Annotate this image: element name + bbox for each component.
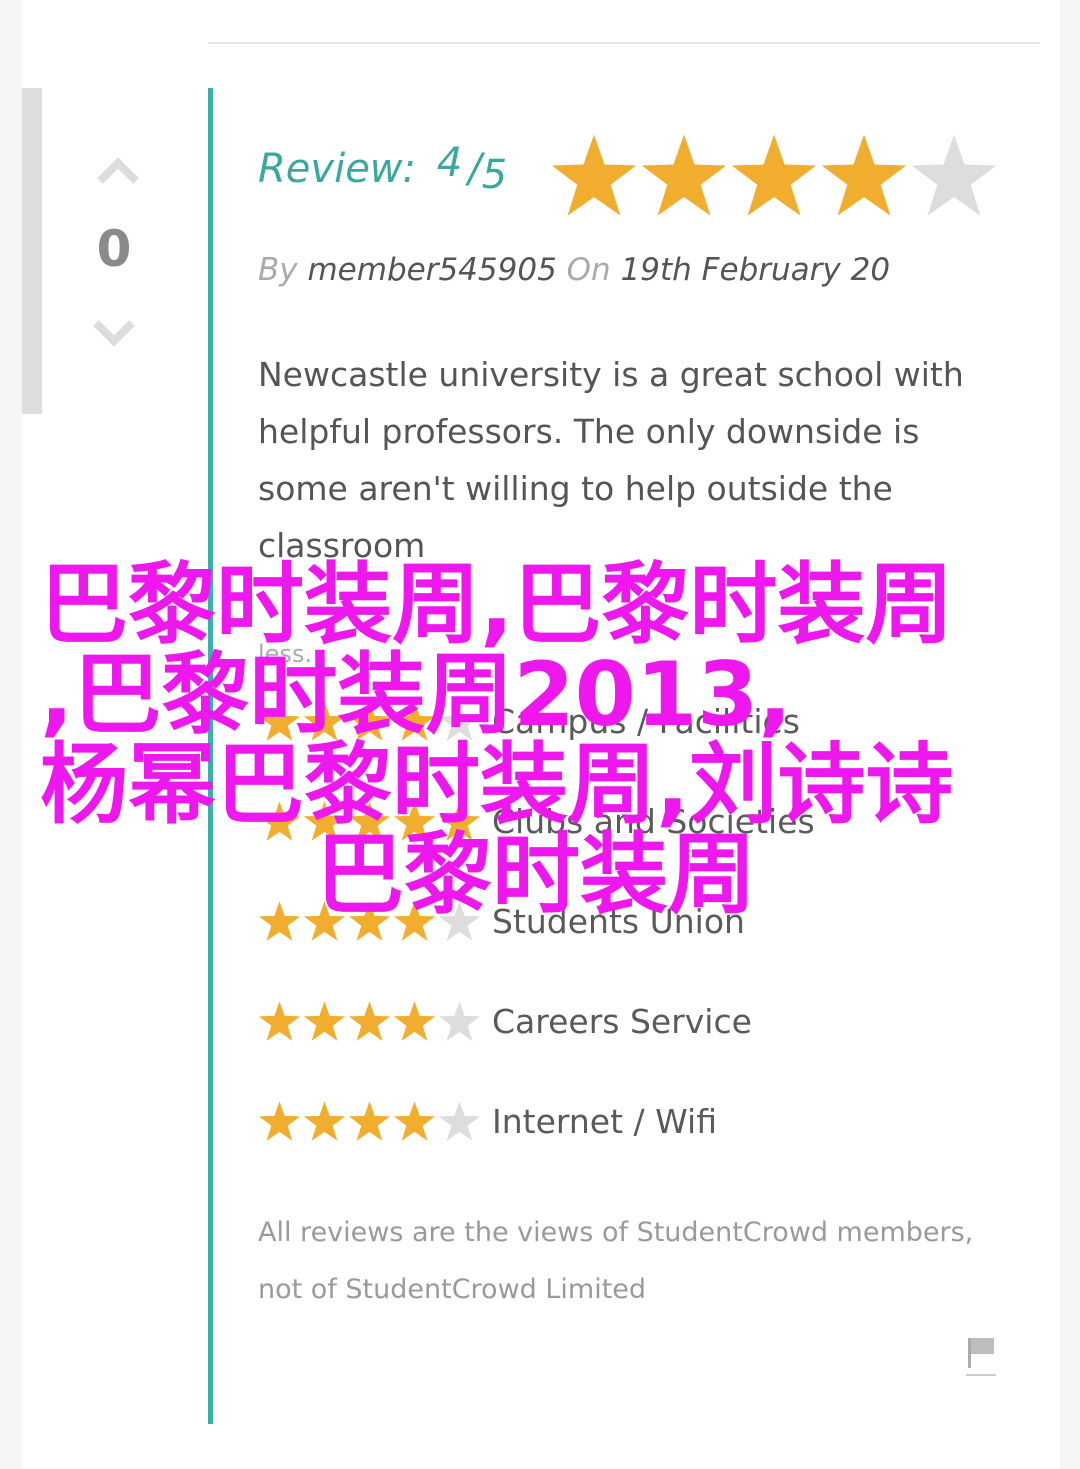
vote-count: 0 (96, 220, 132, 278)
chevron-up-icon (97, 157, 139, 184)
star-filled-icon (551, 134, 637, 216)
star-filled-icon (348, 801, 391, 841)
chevron-down-icon (93, 320, 135, 347)
star-filled-icon (641, 134, 727, 216)
star-filled-icon (348, 1101, 391, 1141)
star-filled-icon (258, 701, 301, 741)
category-stars (258, 900, 484, 943)
downvote-button[interactable] (92, 314, 136, 354)
category-rating-row: Clubs and Societies (258, 800, 815, 843)
star-filled-icon (258, 1101, 301, 1141)
star-filled-icon (393, 701, 436, 741)
star-filled-icon (303, 701, 346, 741)
score-separator: / (468, 146, 482, 192)
less-link[interactable]: less. (258, 640, 312, 668)
category-stars (258, 800, 484, 843)
review-score: 4 (436, 140, 463, 186)
by-label: By (258, 252, 298, 288)
top-divider (208, 42, 1040, 44)
star-filled-icon (303, 1101, 346, 1141)
category-label: Careers Service (492, 1002, 752, 1041)
star-filled-icon (821, 134, 907, 216)
review-date: 19th February 20 (620, 252, 891, 288)
report-button[interactable] (966, 1334, 996, 1378)
star-empty-icon (438, 901, 481, 941)
star-filled-icon (393, 1001, 436, 1041)
star-filled-icon (258, 1001, 301, 1041)
category-stars (258, 1000, 484, 1043)
flag-icon (966, 1338, 996, 1376)
star-filled-icon (258, 901, 301, 941)
star-filled-icon (348, 1001, 391, 1041)
star-filled-icon (303, 1001, 346, 1041)
upvote-button[interactable] (96, 150, 140, 190)
category-label: Students Union (492, 902, 745, 941)
overall-star-rating (550, 132, 998, 220)
star-filled-icon (731, 134, 817, 216)
category-label: Clubs and Societies (492, 802, 815, 841)
review-byline: By member545905 On 19th February 20 (258, 252, 890, 288)
star-empty-icon (438, 1001, 481, 1041)
category-rating-row: Students Union (258, 900, 745, 943)
category-rating-row: Campus / Facilities (258, 700, 800, 743)
on-label: On (566, 252, 611, 288)
category-stars (258, 700, 484, 743)
star-empty-icon (438, 701, 481, 741)
star-filled-icon (258, 801, 301, 841)
star-empty-icon (438, 1101, 481, 1141)
review-out-of: 5 (481, 152, 508, 198)
category-label: Internet / Wifi (492, 1102, 717, 1141)
star-filled-icon (393, 901, 436, 941)
star-filled-icon (303, 801, 346, 841)
vote-sidebar (22, 88, 42, 414)
star-empty-icon (911, 134, 997, 216)
star-filled-icon (393, 1101, 436, 1141)
category-label: Campus / Facilities (492, 702, 800, 741)
review-author[interactable]: member545905 (307, 252, 556, 288)
review-body: Newcastle university is a great school w… (258, 355, 964, 565)
category-rating-row: Careers Service (258, 1000, 752, 1043)
category-rating-row: Internet / Wifi (258, 1100, 717, 1143)
star-filled-icon (348, 901, 391, 941)
review-accent-line (208, 88, 213, 1424)
star-filled-icon (348, 701, 391, 741)
star-filled-icon (393, 801, 436, 841)
review-score-heading: Review: 4/5 (258, 140, 507, 198)
star-filled-icon (438, 801, 481, 841)
review-label: Review: (258, 146, 416, 192)
review-disclaimer: All reviews are the views of StudentCrow… (258, 1217, 974, 1305)
category-stars (258, 1100, 484, 1143)
star-filled-icon (303, 901, 346, 941)
